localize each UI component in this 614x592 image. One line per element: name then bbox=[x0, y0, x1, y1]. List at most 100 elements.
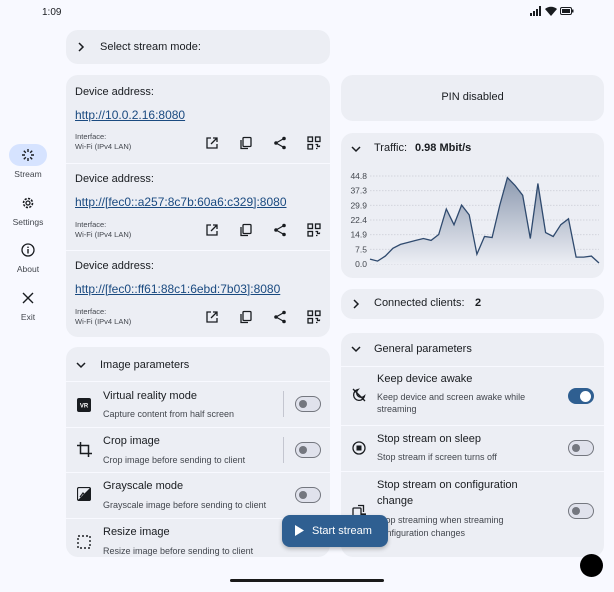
y-tick-label: 29.9 bbox=[350, 200, 367, 210]
setting-crop-image[interactable]: Crop image Crop image before sending to … bbox=[66, 427, 330, 473]
clients-label: Connected clients: bbox=[374, 297, 465, 309]
open-link-button[interactable] bbox=[202, 133, 222, 153]
chevron-down-icon bbox=[76, 362, 86, 369]
open-in-new-icon bbox=[206, 137, 218, 149]
stop-circle-icon bbox=[351, 440, 367, 456]
address-link[interactable]: http://10.0.2.16:8080 bbox=[75, 108, 185, 122]
stream-icon bbox=[22, 149, 34, 161]
image-parameters-header[interactable]: Image parameters bbox=[66, 347, 330, 381]
switch-knob bbox=[572, 443, 580, 452]
traffic-card: Traffic: 0.98 Mbit/s 44.8 37.3 29.9 22.4 14.… bbox=[341, 133, 604, 278]
setting-title: Stop stream on configuration bbox=[377, 479, 518, 491]
share-icon bbox=[274, 136, 286, 150]
setting-subtitle: Capture content from half screen bbox=[103, 409, 235, 419]
play-icon bbox=[295, 525, 304, 536]
setting-subtitle: Keep device and screen awake while bbox=[377, 392, 526, 402]
pin-status: PIN disabled bbox=[441, 91, 504, 103]
pin-card: PIN disabled bbox=[341, 75, 604, 121]
status-time: 1:09 bbox=[42, 7, 62, 18]
y-tick-label: 44.8 bbox=[350, 171, 367, 181]
interface-label: Interface: bbox=[75, 307, 107, 316]
interface-value: Wi-Fi (IPv4 LAN) bbox=[75, 230, 132, 239]
setting-subtitle: Resize image before sending to client bbox=[103, 546, 254, 556]
clients-count: 2 bbox=[475, 297, 482, 309]
nav-item-settings[interactable]: Settings bbox=[0, 192, 56, 227]
interface-label: Interface: bbox=[75, 132, 107, 141]
open-link-button[interactable] bbox=[202, 307, 222, 327]
share-button[interactable] bbox=[270, 307, 290, 327]
stop-on-sleep-switch[interactable] bbox=[568, 440, 594, 456]
keep-awake-switch[interactable] bbox=[568, 388, 594, 404]
stream-mode-card[interactable]: Select stream mode: bbox=[66, 30, 330, 64]
switch-knob bbox=[580, 390, 591, 402]
share-button[interactable] bbox=[270, 133, 290, 153]
address-link[interactable]: http://[fec0::ff61:88c1:6ebd:7b03]:8080 bbox=[75, 282, 280, 296]
nav-label-settings: Settings bbox=[12, 217, 44, 227]
qr-code-icon bbox=[307, 223, 321, 237]
connected-clients-card[interactable]: Connected clients: 2 bbox=[341, 289, 604, 319]
chevron-right-icon bbox=[78, 42, 85, 52]
stream-mode-label: Select stream mode: bbox=[100, 41, 201, 53]
qr-code-icon bbox=[307, 310, 321, 324]
settings-icon bbox=[22, 197, 34, 209]
grayscale-switch[interactable] bbox=[295, 487, 321, 503]
traffic-value: 0.98 Mbit/s bbox=[415, 142, 472, 154]
traffic-header[interactable]: Traffic: 0.98 Mbit/s bbox=[341, 133, 604, 163]
copy-icon bbox=[240, 136, 252, 150]
setting-title: Grayscale mode bbox=[103, 480, 184, 492]
status-bar: 1:09 bbox=[0, 0, 614, 26]
y-tick-label: 14.9 bbox=[350, 230, 367, 240]
share-button[interactable] bbox=[270, 220, 290, 240]
battery-icon bbox=[560, 7, 574, 15]
interface-label: Interface: bbox=[75, 220, 107, 229]
setting-title: Virtual reality mode bbox=[103, 390, 197, 402]
divider bbox=[66, 250, 330, 251]
copy-icon bbox=[240, 223, 252, 237]
setting-subtitle: Crop image before sending to client bbox=[103, 455, 246, 465]
setting-title: Keep device awake bbox=[377, 373, 473, 385]
setting-subtitle: Stop streaming when streaming bbox=[377, 515, 504, 525]
gesture-handle bbox=[230, 579, 384, 582]
setting-title: Crop image bbox=[103, 435, 160, 447]
vr-mode-switch[interactable] bbox=[295, 396, 321, 412]
traffic-chart: 44.8 37.3 29.9 22.4 14.9 7.5 0.0 bbox=[350, 171, 600, 269]
device-addresses-card: Device address: http://10.0.2.16:8080 In… bbox=[66, 75, 330, 337]
crop-image-switch[interactable] bbox=[295, 442, 321, 458]
interface-value: Wi-Fi (IPv4 LAN) bbox=[75, 317, 132, 326]
traffic-label: Traffic: bbox=[374, 142, 408, 154]
start-stream-button[interactable]: Start stream bbox=[282, 515, 388, 547]
copy-button[interactable] bbox=[236, 220, 256, 240]
address-actions bbox=[202, 307, 324, 327]
switch-knob bbox=[572, 506, 580, 515]
setting-title: Resize image bbox=[103, 526, 170, 538]
copy-button[interactable] bbox=[236, 307, 256, 327]
setting-subtitle: Stop stream if screen turns off bbox=[377, 452, 497, 462]
setting-keep-awake[interactable]: Keep device awake Keep device and screen… bbox=[341, 366, 604, 425]
nav-pill bbox=[9, 192, 47, 214]
nav-item-exit[interactable]: Exit bbox=[0, 287, 56, 322]
open-in-new-icon bbox=[206, 224, 218, 236]
stop-on-config-change-switch[interactable] bbox=[568, 503, 594, 519]
open-link-button[interactable] bbox=[202, 220, 222, 240]
nav-item-about[interactable]: About bbox=[0, 239, 56, 274]
general-parameters-header[interactable]: General parameters bbox=[341, 333, 604, 366]
qr-code-button[interactable] bbox=[304, 307, 324, 327]
chevron-down-icon bbox=[351, 346, 361, 353]
copy-button[interactable] bbox=[236, 133, 256, 153]
vertical-separator bbox=[283, 391, 284, 417]
setting-stop-on-sleep[interactable]: Stop stream on sleep Stop stream if scre… bbox=[341, 425, 604, 471]
qr-code-button[interactable] bbox=[304, 220, 324, 240]
nav-pill bbox=[9, 287, 47, 309]
nav-item-stream[interactable]: Stream bbox=[0, 144, 56, 179]
qr-code-button[interactable] bbox=[304, 133, 324, 153]
address-link[interactable]: http://[fec0::a257:8c7b:60a6:c329]:8080 bbox=[75, 195, 287, 209]
setting-vr-mode[interactable]: VR Virtual reality mode Capture content … bbox=[66, 381, 330, 427]
general-parameters-title: General parameters bbox=[374, 343, 472, 355]
svg-text:VR: VR bbox=[80, 404, 89, 410]
nav-label-about: About bbox=[16, 264, 40, 274]
copy-icon bbox=[240, 310, 252, 324]
switch-knob bbox=[299, 490, 307, 499]
setting-subtitle: streaming bbox=[377, 404, 417, 414]
share-icon bbox=[274, 223, 286, 237]
setting-grayscale[interactable]: Grayscale mode Grayscale image before se… bbox=[66, 472, 330, 518]
